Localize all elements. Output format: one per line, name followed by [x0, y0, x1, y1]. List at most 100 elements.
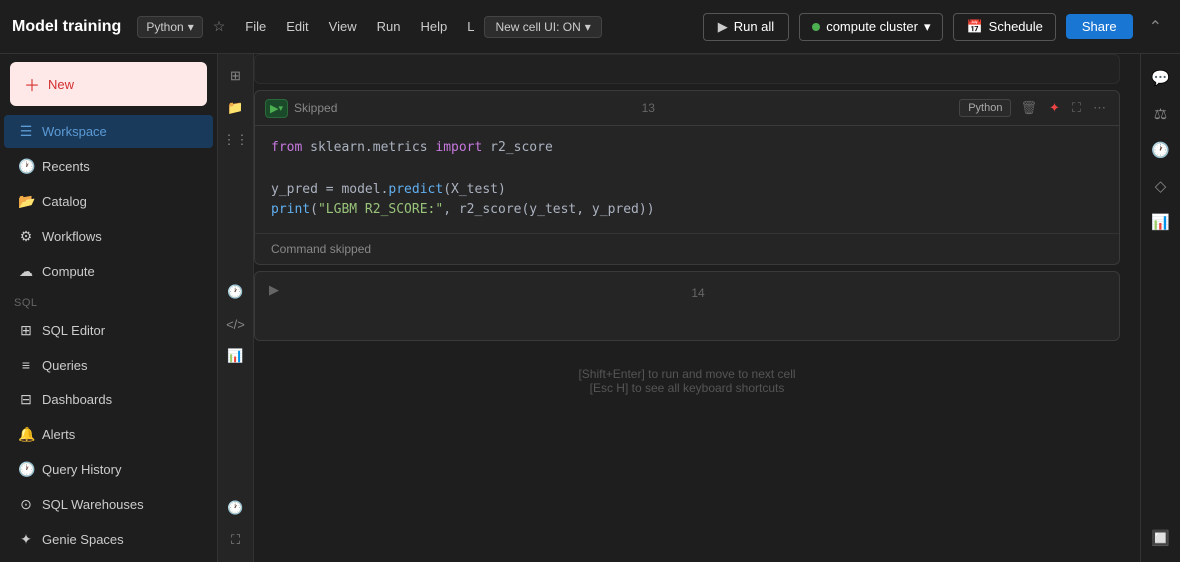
share-label: Share: [1082, 19, 1117, 34]
hint-block: [Shift+Enter] to run and move to next ce…: [254, 347, 1120, 415]
sidebar-item-catalog[interactable]: 📂 Catalog: [4, 185, 213, 218]
menu-run[interactable]: Run: [367, 15, 411, 38]
layout-icon[interactable]: 🔲: [1145, 522, 1177, 554]
genie-icon: ✦: [18, 531, 34, 548]
queries-icon: ≡: [18, 357, 34, 373]
sidebar-item-recents-label: Recents: [42, 159, 90, 174]
cell-13-output: Command skipped: [255, 233, 1119, 264]
cluster-status-dot: [812, 23, 820, 31]
dashboards-icon: ⊟: [18, 391, 34, 408]
menu-edit[interactable]: Edit: [276, 15, 318, 38]
top-bar: Model training Python ▾ ☆ File Edit View…: [0, 0, 1180, 54]
sidebar-item-sql-editor[interactable]: ⊞ SQL Editor: [4, 314, 213, 347]
cell-top-partial: [254, 54, 1120, 84]
sidebar-alerts-label: Alerts: [42, 427, 75, 442]
chevron-down-icon: ▾: [585, 20, 591, 34]
sidebar-item-sql-warehouses[interactable]: ⊙ SQL Warehouses: [4, 488, 213, 521]
share-button[interactable]: Share: [1066, 14, 1133, 39]
code-icon[interactable]: </>: [222, 310, 250, 338]
sidebar-item-workflows[interactable]: ⚙ Workflows: [4, 220, 213, 253]
hint-1: [Shift+Enter] to run and move to next ce…: [254, 367, 1120, 381]
sidebar-sql-warehouses-label: SQL Warehouses: [42, 497, 144, 512]
sidebar-item-query-history[interactable]: 🕐 Query History: [4, 453, 213, 486]
cell-13-ai-button[interactable]: ✦: [1046, 98, 1063, 118]
table-icon[interactable]: ⊞: [222, 62, 250, 90]
new-cell-ui-label: New cell UI: ON: [495, 20, 580, 34]
sidebar-item-dashboards[interactable]: ⊟ Dashboards: [4, 383, 213, 416]
clock-alert-icon[interactable]: 🕐: [222, 494, 250, 522]
chart-icon[interactable]: 📊: [222, 342, 250, 370]
chart-bar-icon[interactable]: 📊: [1145, 206, 1177, 238]
alerts-icon: 🔔: [18, 426, 34, 443]
balance-icon[interactable]: ⚖: [1145, 98, 1177, 130]
cell-13-code[interactable]: from sklearn.metrics import r2_score y_p…: [255, 126, 1119, 233]
menu-view[interactable]: View: [319, 15, 367, 38]
sidebar-queries-label: Queries: [42, 358, 88, 373]
menu-bar: File Edit View Run Help L New cell UI: O…: [235, 15, 602, 38]
play-icon: ▶: [270, 102, 278, 115]
new-button[interactable]: ＋ New: [10, 62, 207, 106]
cell-13-language-tag[interactable]: Python: [959, 99, 1011, 117]
expand-icon[interactable]: ⛶: [222, 526, 250, 554]
chat-icon[interactable]: 💬: [1145, 62, 1177, 94]
hint-2: [Esc H] to see all keyboard shortcuts: [254, 381, 1120, 395]
code-line-1: from sklearn.metrics import r2_score: [271, 138, 1103, 159]
code-line-3: print("LGBM R2_SCORE:", r2_score(y_test,…: [271, 200, 1103, 221]
run-all-button[interactable]: ▶ Run all: [703, 13, 789, 41]
sidebar-item-compute-label: Compute: [42, 264, 95, 279]
cell-13-run-button[interactable]: ▶ ▾: [265, 99, 288, 118]
sidebar-item-catalog-label: Catalog: [42, 194, 87, 209]
chevron-down-icon: ▾: [188, 20, 194, 34]
sidebar-item-recents[interactable]: 🕐 Recents: [4, 150, 213, 183]
sidebar-item-workflows-label: Workflows: [42, 229, 102, 244]
workflows-icon: ⚙: [18, 228, 34, 245]
graph-icon[interactable]: ⋮⋮: [222, 126, 250, 154]
plus-icon: ＋: [24, 72, 40, 96]
play-icon: ▶: [718, 19, 728, 35]
sidebar-sql-editor-label: SQL Editor: [42, 323, 105, 338]
collapse-icon[interactable]: ⌃: [1143, 15, 1168, 39]
menu-help[interactable]: Help: [410, 15, 457, 38]
sql-warehouses-icon: ⊙: [18, 496, 34, 513]
cell-13-delete-button[interactable]: 🗑: [1017, 98, 1040, 118]
python-label: Python: [146, 20, 183, 34]
icon-sidebar: 💬 ⚖ 🕐 ◇ 📊 🔲: [1140, 54, 1180, 562]
sql-editor-icon: ⊞: [18, 322, 34, 339]
main-layout: ＋ New ☰ Workspace 🕐 Recents 📂 Catalog ⚙ …: [0, 54, 1180, 562]
notebook-toolbar: ⊞ 📁 ⋮⋮ 🕐 </> 📊 🕐 ⛶: [218, 54, 254, 562]
history-icon[interactable]: 🕐: [222, 278, 250, 306]
cell-14-play-button[interactable]: ▶: [269, 282, 279, 298]
chevron-down-icon: ▾: [924, 19, 931, 35]
cluster-button[interactable]: compute cluster ▾: [799, 13, 943, 41]
sidebar-item-queries[interactable]: ≡ Queries: [4, 349, 213, 381]
cell-13-output-text: Command skipped: [271, 242, 371, 256]
sidebar-item-workspace-label: Workspace: [42, 124, 107, 139]
sidebar-item-genie-spaces[interactable]: ✦ Genie Spaces: [4, 523, 213, 556]
compute-icon: ☁: [18, 263, 34, 280]
sidebar-item-compute[interactable]: ☁ Compute: [4, 255, 213, 288]
sidebar-item-workspace[interactable]: ☰ Workspace: [4, 115, 213, 148]
calendar-icon: 📅: [966, 19, 982, 35]
diamond-icon[interactable]: ◇: [1145, 170, 1177, 202]
notebook-content: ▶ ▾ Skipped 13 Python 🗑 ✦ ⛶ ⋯ from sklea…: [254, 54, 1140, 562]
schedule-button[interactable]: 📅 Schedule: [953, 13, 1055, 41]
folder-icon[interactable]: 📁: [222, 94, 250, 122]
menu-file[interactable]: File: [235, 15, 276, 38]
language-badge[interactable]: Python ▾: [137, 16, 202, 38]
history-icon[interactable]: 🕐: [1145, 134, 1177, 166]
code-line-2: y_pred = model.predict(X_test): [271, 180, 1103, 201]
cell-13-body: from sklearn.metrics import r2_score y_p…: [254, 126, 1120, 265]
sidebar-genie-label: Genie Spaces: [42, 532, 124, 547]
cell-13-more-button[interactable]: ⋯: [1090, 98, 1109, 118]
cell-13-fullscreen-button[interactable]: ⛶: [1069, 98, 1084, 118]
schedule-label: Schedule: [989, 19, 1043, 34]
cluster-label: compute cluster: [826, 19, 918, 34]
sidebar-query-history-label: Query History: [42, 462, 121, 477]
sidebar-item-alerts[interactable]: 🔔 Alerts: [4, 418, 213, 451]
cell-14-number: 14: [291, 286, 1105, 300]
menu-l[interactable]: L: [457, 15, 484, 38]
cell-13-bar: ▶ ▾ Skipped 13 Python 🗑 ✦ ⛶ ⋯: [254, 90, 1120, 126]
new-cell-ui-toggle[interactable]: New cell UI: ON ▾: [484, 16, 601, 38]
star-icon[interactable]: ☆: [213, 18, 226, 35]
cell-13-number: 13: [343, 101, 953, 115]
